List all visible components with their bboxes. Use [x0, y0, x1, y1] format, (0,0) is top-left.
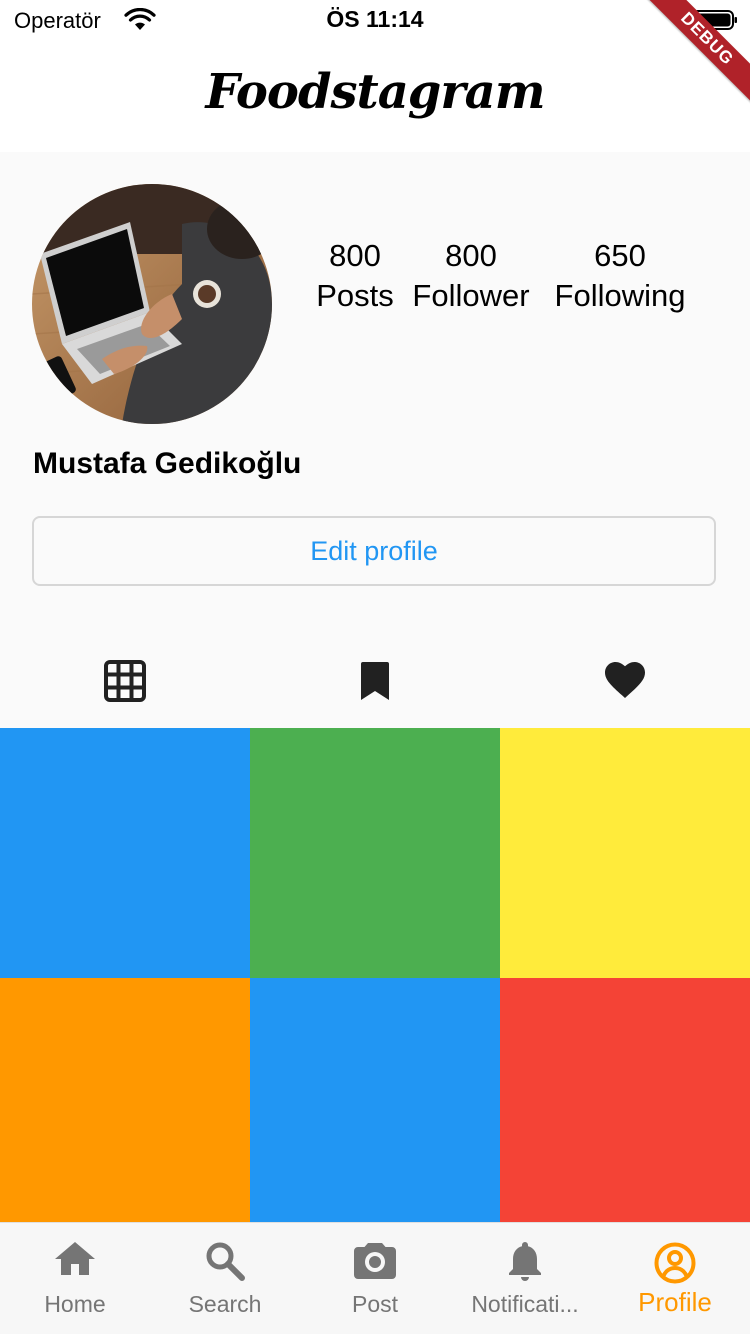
bookmark-icon — [361, 662, 389, 700]
account-circle-icon — [654, 1242, 696, 1284]
stat-following[interactable]: 650 Following — [545, 236, 695, 316]
tab-grid[interactable] — [0, 640, 250, 728]
nav-notifications[interactable]: Notificati... — [450, 1223, 600, 1334]
stat-following-value: 650 — [594, 238, 646, 273]
nav-home[interactable]: Home — [0, 1223, 150, 1334]
profile-tabs — [0, 640, 750, 728]
profile-stats: 800 Posts 800 Follower 650 Following — [0, 236, 750, 316]
edit-profile-button[interactable]: Edit profile — [32, 516, 716, 586]
nav-home-label: Home — [44, 1291, 106, 1317]
nav-search[interactable]: Search — [150, 1223, 300, 1334]
profile-name: Mustafa Gedikoğlu — [33, 447, 302, 480]
post-tile[interactable] — [0, 978, 250, 1228]
nav-profile-label: Profile — [638, 1287, 712, 1317]
stat-posts[interactable]: 800 Posts — [300, 236, 410, 316]
status-bar: Operatör ÖS 11:14 — [0, 0, 750, 42]
stat-followers-value: 800 — [445, 238, 497, 273]
grid-icon — [104, 660, 146, 702]
stat-following-label: Following — [554, 278, 686, 313]
stat-posts-label: Posts — [316, 278, 394, 313]
stat-posts-value: 800 — [329, 238, 381, 273]
heart-icon — [605, 662, 645, 698]
nav-post[interactable]: Post — [300, 1223, 450, 1334]
post-tile[interactable] — [500, 728, 750, 978]
status-clock: ÖS 11:14 — [326, 6, 424, 32]
profile-screen: Operatör ÖS 11:14 DEBUG Foodstagram 800 … — [0, 0, 750, 1334]
stat-followers-label: Follower — [412, 278, 530, 313]
nav-profile[interactable]: Profile — [600, 1223, 750, 1334]
app-bar: Foodstagram — [0, 42, 750, 152]
post-tile[interactable] — [250, 728, 500, 978]
app-title: Foodstagram — [205, 64, 545, 120]
home-icon — [55, 1242, 95, 1275]
tab-saved[interactable] — [250, 640, 500, 728]
bell-icon — [509, 1242, 541, 1281]
post-tile[interactable] — [0, 728, 250, 978]
stat-followers[interactable]: 800 Follower — [405, 236, 537, 316]
post-tile[interactable] — [250, 978, 500, 1228]
camera-icon — [354, 1243, 396, 1279]
posts-grid — [0, 728, 750, 1228]
nav-post-label: Post — [351, 1291, 399, 1317]
tab-liked[interactable] — [500, 640, 750, 728]
nav-notifications-label: Notificati... — [471, 1291, 579, 1317]
search-icon — [206, 1242, 245, 1281]
bottom-navigation: Home Search Post Notificati... Profile — [0, 1222, 750, 1334]
post-tile[interactable] — [500, 978, 750, 1228]
nav-search-label: Search — [188, 1291, 262, 1317]
